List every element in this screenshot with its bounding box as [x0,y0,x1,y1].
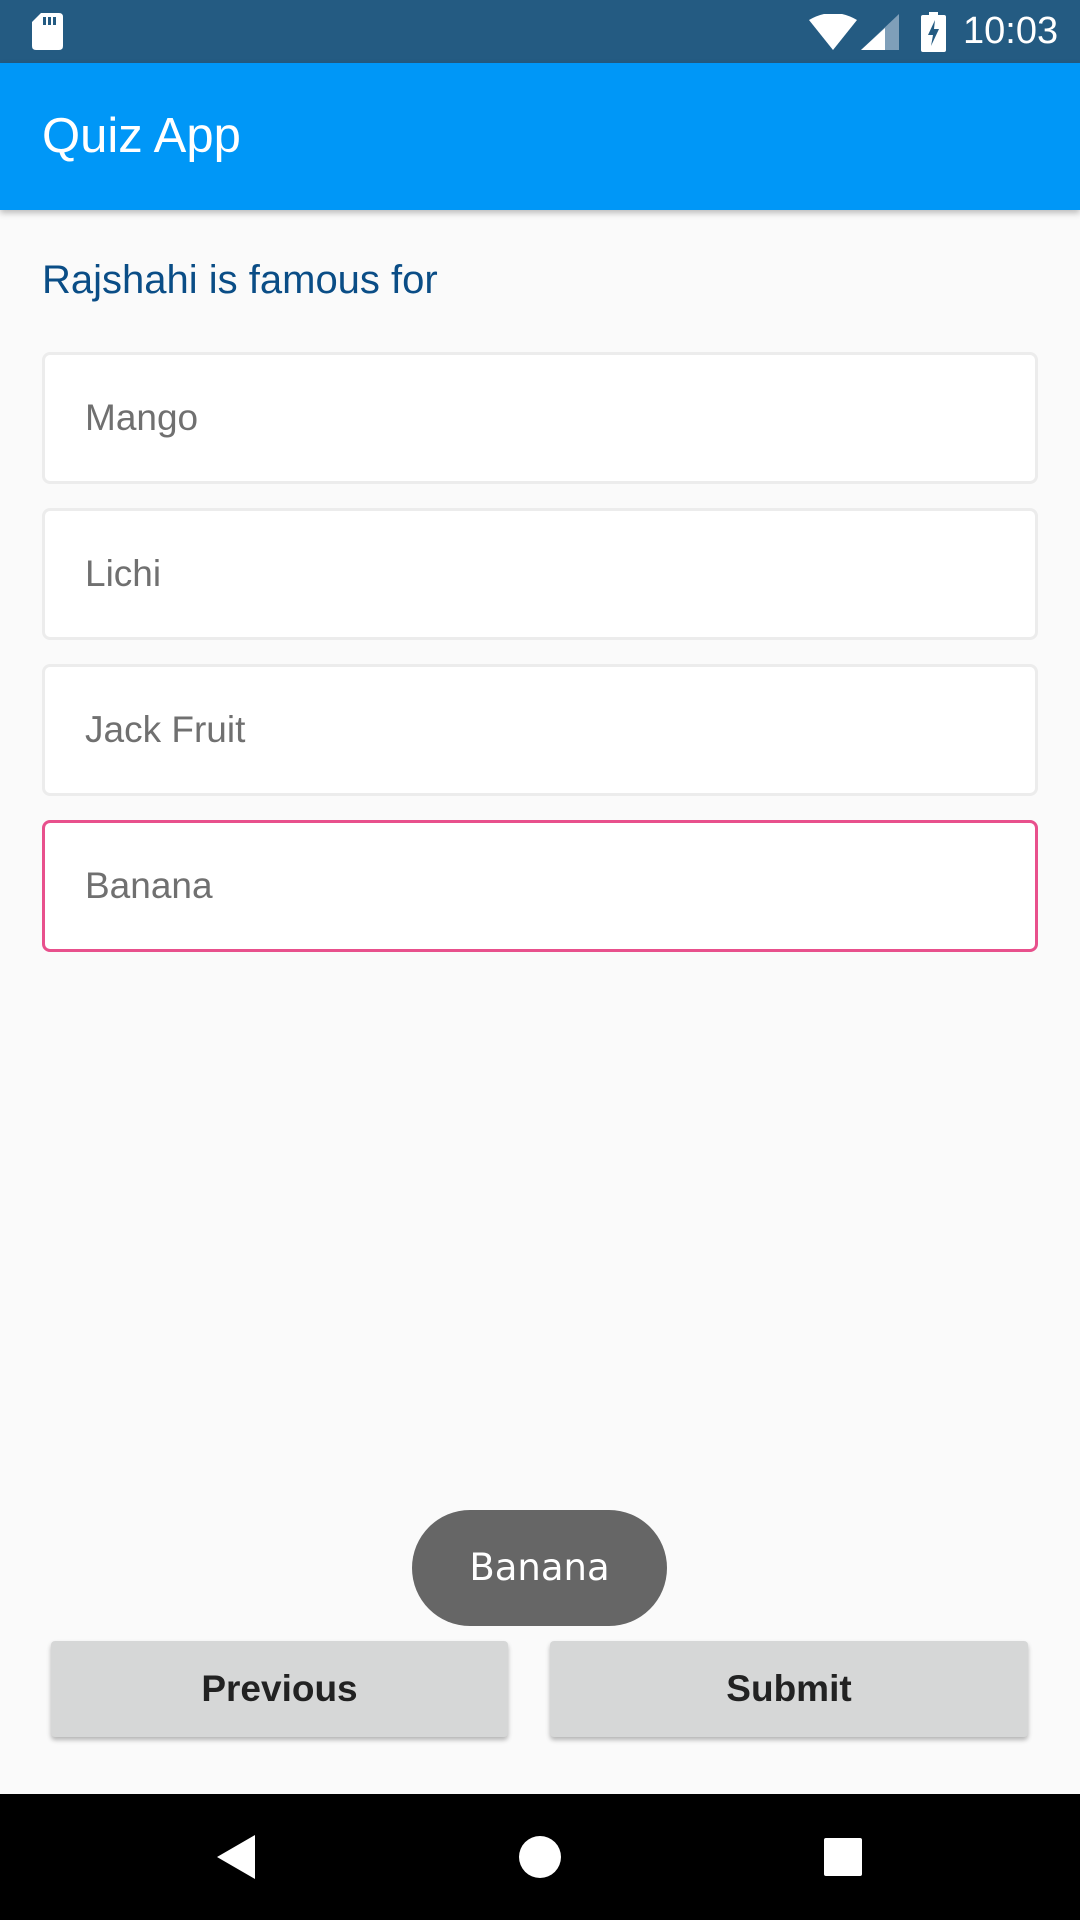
submit-button[interactable]: Submit [550,1641,1028,1737]
sd-card-icon [32,13,63,50]
app-title: Quiz App [42,109,241,163]
navigation-bar [0,1794,1080,1920]
option-label: Banana [85,865,213,906]
wifi-icon [809,14,857,50]
status-clock: 10:03 [963,10,1059,52]
battery-charging-icon [921,12,946,52]
previous-button[interactable]: Previous [51,1641,508,1737]
app-bar: Quiz App [0,63,1080,210]
option-jack-fruit[interactable]: Jack Fruit [42,664,1038,796]
option-label: Jack Fruit [85,709,246,750]
back-icon[interactable] [195,1815,279,1899]
home-icon[interactable] [498,1815,582,1899]
question-text: Rajshahi is famous for [42,258,438,302]
option-banana[interactable]: Banana [42,820,1038,952]
option-label: Mango [85,397,199,438]
option-mango[interactable]: Mango [42,352,1038,484]
option-lichi[interactable]: Lichi [42,508,1038,640]
toast-message: Banana [412,1510,667,1626]
option-label: Lichi [85,553,162,594]
recents-icon[interactable] [801,1815,885,1899]
status-bar: 10:03 [0,0,1080,63]
cell-signal-icon [861,14,899,50]
